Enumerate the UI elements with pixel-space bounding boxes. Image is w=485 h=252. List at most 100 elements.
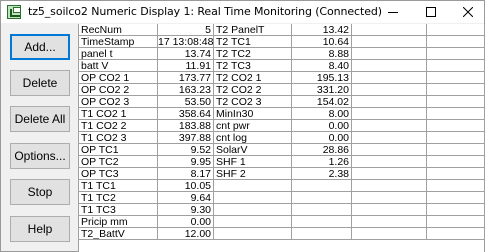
field-name-cell[interactable]: OP TC2 <box>79 156 158 168</box>
field-name-cell[interactable]: RecNum <box>79 24 158 36</box>
table-row[interactable]: OP TC1 9.52 <box>79 144 214 156</box>
field-name-cell[interactable] <box>214 228 292 240</box>
field-name-cell[interactable]: T2 TC2 <box>214 48 292 60</box>
table-row[interactable]: Pricip mm 0.00 <box>79 216 214 228</box>
table-row[interactable]: OP CO2 2 163.23 <box>79 84 214 96</box>
add-button[interactable]: Add... <box>10 34 70 60</box>
field-name-cell[interactable] <box>352 144 427 156</box>
table-row[interactable] <box>352 48 485 60</box>
table-row[interactable] <box>352 132 485 144</box>
table-row[interactable] <box>352 60 485 72</box>
field-name-cell[interactable]: OP CO2 1 <box>79 72 158 84</box>
table-row[interactable] <box>352 180 485 192</box>
field-name-cell[interactable] <box>352 24 427 36</box>
table-row[interactable] <box>352 228 485 240</box>
field-name-cell[interactable] <box>352 156 427 168</box>
table-row[interactable]: OP TC2 9.95 <box>79 156 214 168</box>
field-name-cell[interactable]: cnt log <box>214 132 292 144</box>
field-name-cell[interactable]: T2 TC3 <box>214 60 292 72</box>
table-row[interactable]: SHF 1 1.26 <box>214 156 352 168</box>
table-row[interactable]: MinIn30 8.00 <box>214 108 352 120</box>
table-row[interactable]: T2 CO2 2 331.20 <box>214 84 352 96</box>
field-name-cell[interactable]: T1 CO2 2 <box>79 120 158 132</box>
field-name-cell[interactable] <box>352 216 427 228</box>
field-name-cell[interactable]: T2 PanelT <box>214 24 292 36</box>
field-name-cell[interactable] <box>352 96 427 108</box>
table-row[interactable]: cnt log 0.00 <box>214 132 352 144</box>
table-row[interactable]: RecNum 5 <box>79 24 214 36</box>
field-name-cell[interactable] <box>352 204 427 216</box>
field-name-cell[interactable]: cnt pwr <box>214 120 292 132</box>
field-name-cell[interactable] <box>352 132 427 144</box>
field-name-cell[interactable]: OP CO2 3 <box>79 96 158 108</box>
table-row[interactable]: T2 TC1 10.64 <box>214 36 352 48</box>
table-row[interactable] <box>352 204 485 216</box>
table-row[interactable]: SHF 2 2.38 <box>214 168 352 180</box>
field-name-cell[interactable]: Pricip mm <box>79 216 158 228</box>
table-row[interactable]: T1 CO2 1 358.64 <box>79 108 214 120</box>
close-button[interactable] <box>451 1 485 23</box>
field-name-cell[interactable]: T2 TC1 <box>214 36 292 48</box>
field-name-cell[interactable]: OP CO2 2 <box>79 84 158 96</box>
table-row[interactable] <box>352 24 485 36</box>
field-name-cell[interactable]: OP TC1 <box>79 144 158 156</box>
table-row[interactable] <box>352 156 485 168</box>
field-name-cell[interactable]: batt V <box>79 60 158 72</box>
table-row[interactable]: T1 CO2 2 183.88 <box>79 120 214 132</box>
stop-button[interactable]: Stop <box>10 179 70 205</box>
table-row[interactable] <box>352 84 485 96</box>
table-row[interactable] <box>352 108 485 120</box>
table-row[interactable]: TimeStamp 17 13:08:48 <box>79 36 214 48</box>
field-name-cell[interactable] <box>214 180 292 192</box>
table-row[interactable] <box>214 216 352 228</box>
table-row[interactable] <box>352 120 485 132</box>
field-name-cell[interactable]: T2 CO2 3 <box>214 96 292 108</box>
field-name-cell[interactable]: SolarV <box>214 144 292 156</box>
table-row[interactable]: T2 TC3 8.40 <box>214 60 352 72</box>
field-name-cell[interactable]: MinIn30 <box>214 108 292 120</box>
field-name-cell[interactable] <box>352 48 427 60</box>
table-row[interactable] <box>214 204 352 216</box>
table-row[interactable] <box>352 216 485 228</box>
field-name-cell[interactable] <box>352 168 427 180</box>
table-row[interactable]: OP CO2 3 53.50 <box>79 96 214 108</box>
field-name-cell[interactable]: TimeStamp <box>79 36 158 48</box>
table-row[interactable]: T2 PanelT 13.42 <box>214 24 352 36</box>
table-row[interactable] <box>352 192 485 204</box>
table-row[interactable] <box>352 36 485 48</box>
field-name-cell[interactable] <box>352 228 427 240</box>
field-name-cell[interactable]: T1 CO2 3 <box>79 132 158 144</box>
field-name-cell[interactable]: T1 TC2 <box>79 192 158 204</box>
table-row[interactable]: T1 CO2 3 397.88 <box>79 132 214 144</box>
table-row[interactable] <box>352 96 485 108</box>
field-name-cell[interactable] <box>352 120 427 132</box>
table-row[interactable] <box>214 180 352 192</box>
table-row[interactable]: T1 TC3 9.30 <box>79 204 214 216</box>
field-name-cell[interactable]: T2 CO2 1 <box>214 72 292 84</box>
minimize-button[interactable] <box>376 1 410 23</box>
delete-all-button[interactable]: Delete All <box>10 106 70 132</box>
table-row[interactable] <box>214 228 352 240</box>
numeric-display-grid[interactable]: RecNum 5 TimeStamp 17 13:08:48 panel t 13.74 b… <box>78 24 485 252</box>
field-name-cell[interactable] <box>352 108 427 120</box>
field-name-cell[interactable] <box>352 180 427 192</box>
field-name-cell[interactable] <box>214 192 292 204</box>
field-name-cell[interactable]: T1 CO2 1 <box>79 108 158 120</box>
options-button[interactable]: Options... <box>10 143 70 169</box>
title-bar[interactable]: tz5_soilco2 Numeric Display 1: Real Time… <box>1 1 484 23</box>
field-name-cell[interactable]: T2_BattV <box>79 228 158 240</box>
field-name-cell[interactable]: OP TC3 <box>79 168 158 180</box>
field-name-cell[interactable]: T1 TC1 <box>79 180 158 192</box>
field-name-cell[interactable] <box>352 36 427 48</box>
table-row[interactable] <box>352 144 485 156</box>
table-row[interactable]: T2 CO2 1 195.13 <box>214 72 352 84</box>
field-name-cell[interactable] <box>352 84 427 96</box>
field-name-cell[interactable]: panel t <box>79 48 158 60</box>
help-button[interactable]: Help <box>10 216 70 242</box>
table-row[interactable]: OP TC3 8.17 <box>79 168 214 180</box>
table-row[interactable]: T2_BattV 12.00 <box>79 228 214 240</box>
table-row[interactable]: T2 CO2 3 154.02 <box>214 96 352 108</box>
table-row[interactable]: T1 TC1 10.05 <box>79 180 214 192</box>
field-name-cell[interactable] <box>214 216 292 228</box>
delete-button[interactable]: Delete <box>10 70 70 96</box>
